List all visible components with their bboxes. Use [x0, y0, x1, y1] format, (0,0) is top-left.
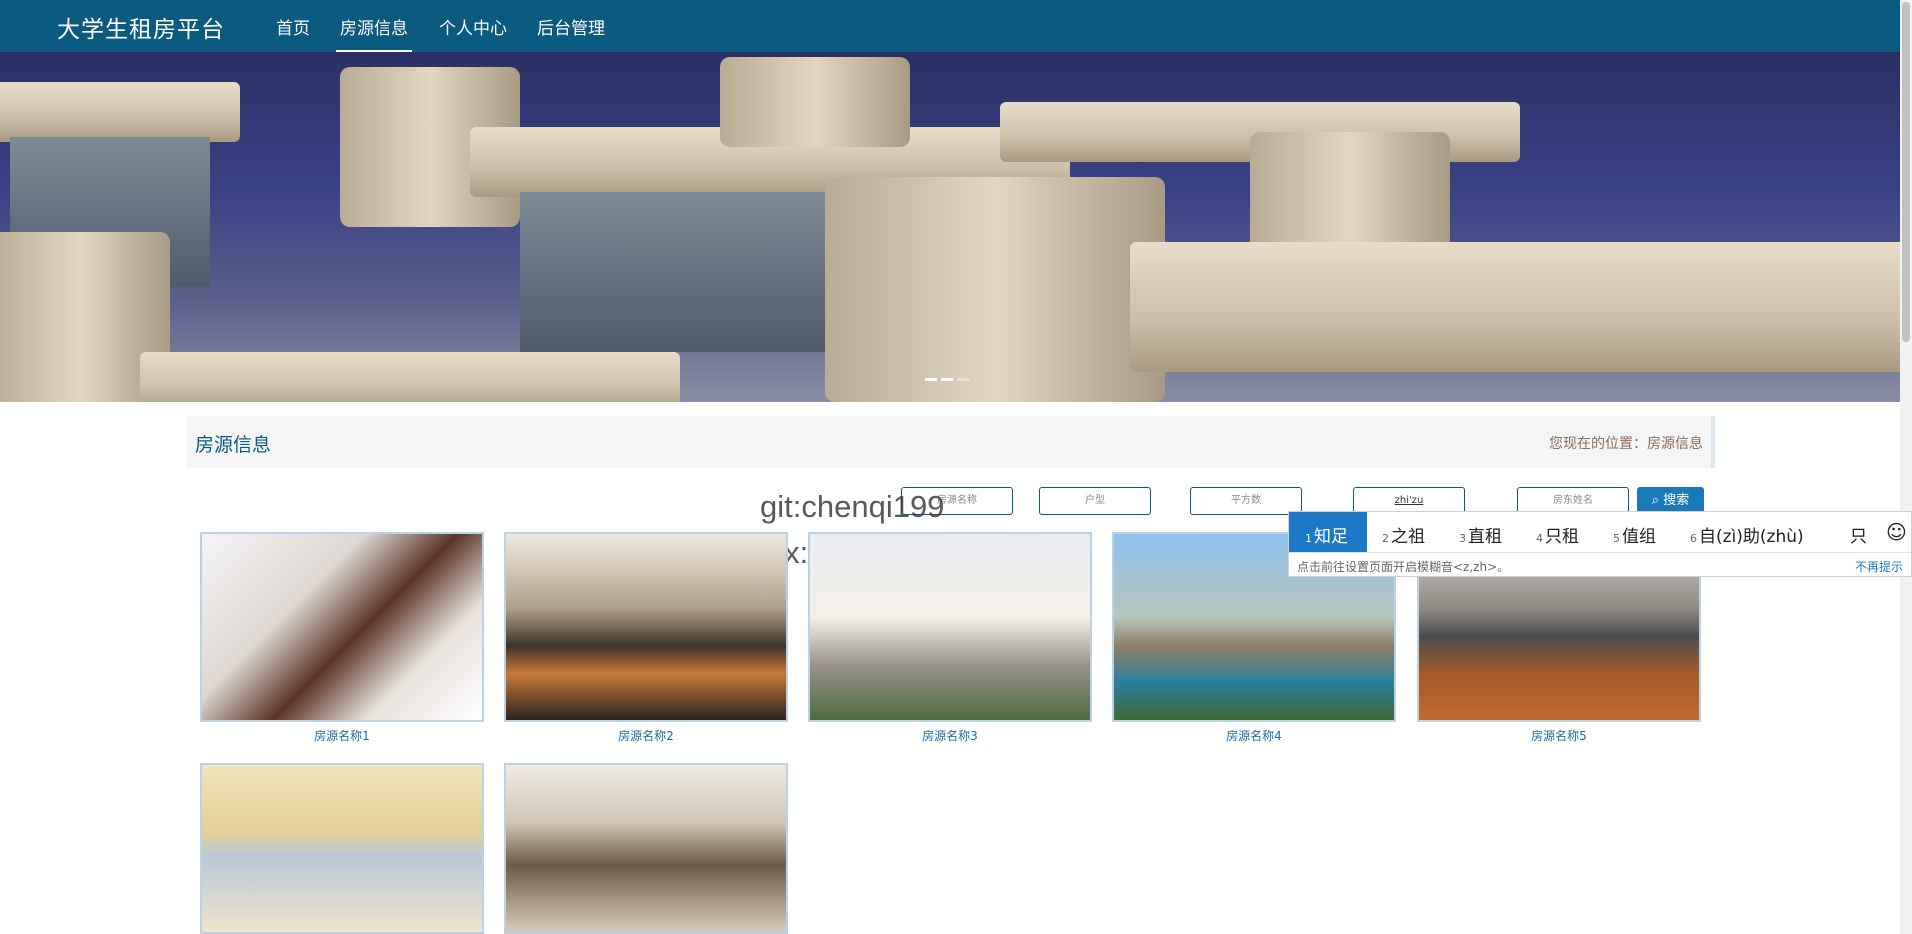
nav-item-admin[interactable]: 后台管理	[537, 14, 605, 39]
ime-candidate[interactable]: 1 知足	[1289, 512, 1367, 552]
listing-name[interactable]: 房源名称5	[1417, 727, 1701, 744]
search-layout-input[interactable]: 户型	[1039, 487, 1151, 515]
page-scrollbar[interactable]	[1900, 0, 1912, 934]
ime-candidate-text: 只租	[1545, 527, 1579, 547]
banner-desk	[1130, 242, 1900, 372]
listing-card[interactable]	[504, 532, 788, 722]
breadcrumb: 您现在的位置：房源信息	[1549, 436, 1703, 452]
ime-candidate-number: 2	[1382, 532, 1389, 545]
listing-card[interactable]	[504, 763, 788, 934]
nav-item-home[interactable]: 首页	[276, 14, 310, 39]
search-area-input[interactable]: 平方数	[1190, 487, 1302, 515]
ime-candidate[interactable]: 4 只租	[1536, 522, 1579, 547]
ime-candidate[interactable]: 6 自(zì)助(zhù)	[1690, 522, 1804, 547]
ime-candidate-text: 值组	[1622, 527, 1656, 547]
nav-item-listings[interactable]: 房源信息	[336, 14, 412, 53]
search-icon: ⌕	[1651, 493, 1660, 508]
listing-image[interactable]	[202, 765, 482, 932]
ime-candidate-number: 3	[1459, 532, 1466, 545]
carousel-dot[interactable]	[957, 378, 969, 381]
listing-card[interactable]	[808, 532, 1092, 722]
listing-name[interactable]: 房源名称4	[1112, 727, 1396, 744]
listing-name[interactable]: 房源名称2	[504, 727, 788, 744]
ime-divider	[1289, 552, 1911, 553]
scroll-thumb[interactable]	[1902, 2, 1910, 342]
listing-image[interactable]	[202, 534, 482, 720]
ime-candidate-popup: 1 知足 2 之祖 3 直租 4 只租 5 值组 6 自(zì)助(zhù) 只 ☺ 点击前…	[1288, 511, 1912, 577]
nav-item-profile[interactable]: 个人中心	[439, 14, 507, 39]
ime-candidate-row: 1 知足 2 之祖 3 直租 4 只租 5 值组 6 自(zì)助(zhù) 只 ☺	[1289, 512, 1911, 552]
ime-candidate-text: 自(zì)助(zhù)	[1699, 527, 1804, 547]
top-navbar: 大学生租房平台 首页 房源信息 个人中心 后台管理	[0, 0, 1900, 53]
banner-desk	[0, 82, 240, 142]
search-button-label: 搜索	[1663, 493, 1690, 508]
listing-card[interactable]	[200, 532, 484, 722]
ime-hint[interactable]: 点击前往设置页面开启模糊音<z,zh>。	[1297, 558, 1509, 575]
listing-image[interactable]	[506, 534, 786, 720]
listing-image[interactable]	[506, 765, 786, 932]
carousel-indicators[interactable]	[925, 378, 969, 381]
ime-candidate-text: 之祖	[1391, 527, 1425, 547]
listing-card[interactable]	[200, 763, 484, 934]
ime-candidate-text: 知足	[1314, 527, 1348, 547]
site-brand[interactable]: 大学生租房平台	[57, 10, 225, 44]
ime-candidate[interactable]: 2 之祖	[1382, 522, 1425, 547]
carousel-dot[interactable]	[925, 378, 937, 381]
listing-name[interactable]: 房源名称3	[808, 727, 1092, 744]
ime-candidate-number: 4	[1536, 532, 1543, 545]
banner-chair	[720, 57, 910, 147]
ime-candidate-text: 直租	[1468, 527, 1502, 547]
section-title: 房源信息	[195, 434, 272, 456]
ime-candidate-number: 5	[1613, 532, 1620, 545]
section-header: 房源信息 您现在的位置：房源信息	[187, 416, 1715, 468]
ime-candidate[interactable]: 3 直租	[1459, 522, 1502, 547]
ime-extra-char[interactable]: 只	[1850, 522, 1867, 547]
listing-image[interactable]	[810, 534, 1090, 720]
ime-candidate[interactable]: 5 值组	[1613, 522, 1656, 547]
banner-chair	[825, 177, 1165, 402]
carousel-dot[interactable]	[941, 378, 953, 381]
listing-name[interactable]: 房源名称1	[200, 727, 484, 744]
ime-dismiss-link[interactable]: 不再提示	[1855, 558, 1903, 575]
emoji-icon[interactable]: ☺	[1886, 520, 1907, 544]
banner-desk	[140, 352, 680, 402]
watermark-line: git:chenqi199	[760, 489, 945, 524]
ime-candidate-number: 1	[1305, 532, 1312, 545]
banner-carousel	[0, 52, 1900, 402]
ime-candidate-number: 6	[1690, 532, 1697, 545]
